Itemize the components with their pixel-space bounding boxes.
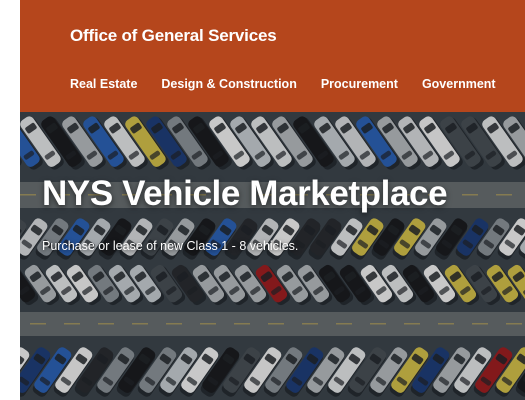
hero-title: NYS Vehicle Marketplace	[42, 174, 448, 213]
nav-procurement[interactable]: Procurement	[321, 77, 398, 91]
site-header: Office of General Services Real Estate D…	[20, 0, 525, 112]
hero-subtitle: Purchase or lease of new Class 1 - 8 veh…	[42, 239, 299, 253]
nav-design-construction[interactable]: Design & Construction	[161, 77, 296, 91]
nav-government[interactable]: Government	[422, 77, 496, 91]
agency-name-link[interactable]: Office of General Services	[70, 26, 277, 46]
hero-banner: NYS Vehicle Marketplace Purchase or leas…	[20, 112, 525, 400]
page: Office of General Services Real Estate D…	[0, 0, 525, 400]
left-gutter	[0, 0, 20, 400]
main-nav: Real Estate Design & Construction Procur…	[70, 77, 496, 91]
parking-lot-photo	[20, 112, 525, 400]
nav-real-estate[interactable]: Real Estate	[70, 77, 137, 91]
